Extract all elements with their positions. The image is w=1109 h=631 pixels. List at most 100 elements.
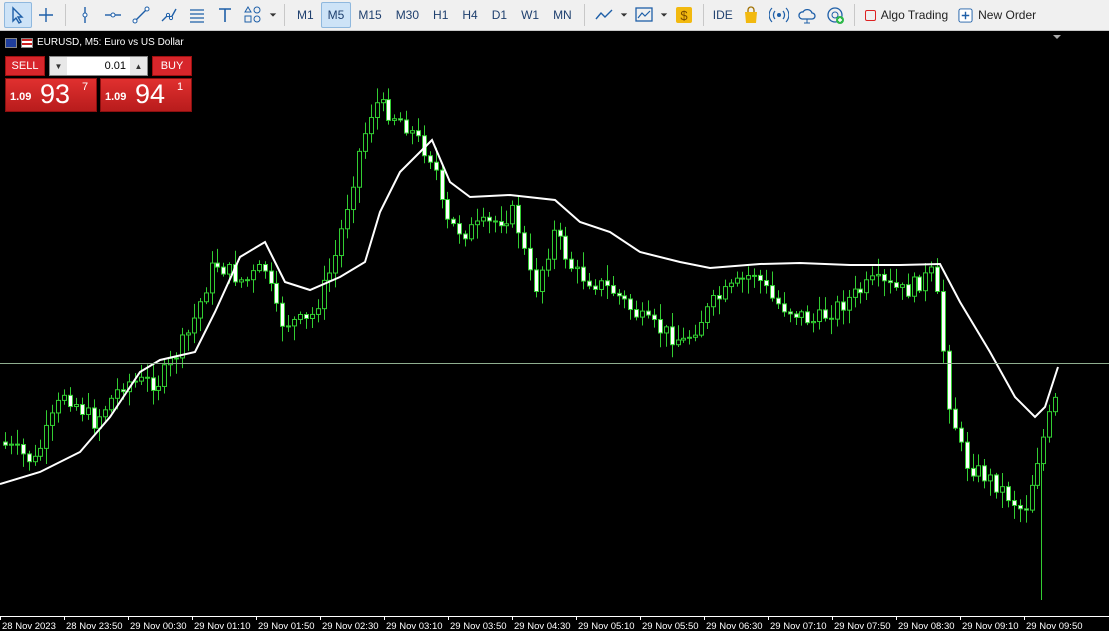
candle-body bbox=[21, 444, 26, 455]
dollar-icon[interactable]: $ bbox=[670, 2, 698, 28]
candle-body bbox=[953, 408, 958, 429]
sell-button[interactable]: SELL bbox=[5, 56, 45, 76]
vertical-line-tool-icon[interactable] bbox=[71, 2, 99, 28]
candle-body bbox=[959, 427, 964, 443]
candle-body bbox=[699, 321, 704, 336]
candle-body bbox=[298, 313, 303, 320]
new-order-button[interactable]: New Order bbox=[953, 2, 1041, 28]
time-axis-label: 29 Nov 01:10 bbox=[194, 621, 251, 631]
dropdown-arrow-icon[interactable] bbox=[658, 2, 670, 28]
sell-price-button[interactable]: 1.09 93 7 bbox=[5, 78, 97, 112]
candle-body bbox=[428, 155, 433, 163]
buy-price-prefix: 1.09 bbox=[105, 91, 127, 103]
candle-body bbox=[286, 325, 291, 328]
timeframe-m5[interactable]: M5 bbox=[320, 2, 352, 28]
timeframe-h4[interactable]: H4 bbox=[455, 2, 484, 28]
text-tool-icon[interactable] bbox=[211, 2, 239, 28]
buy-button[interactable]: BUY bbox=[152, 56, 192, 76]
timeframe-mn[interactable]: MN bbox=[546, 2, 579, 28]
candle-body bbox=[1053, 396, 1058, 413]
candle-body bbox=[327, 272, 332, 281]
candle-body bbox=[1030, 484, 1035, 511]
timeframe-w1[interactable]: W1 bbox=[514, 2, 546, 28]
time-axis-label: 28 Nov 2023 bbox=[2, 621, 56, 631]
timeframe-m30[interactable]: M30 bbox=[389, 2, 426, 28]
candle-body bbox=[310, 313, 315, 319]
candle-body bbox=[740, 277, 745, 280]
lot-size-input[interactable]: ▼ 0.01 ▲ bbox=[49, 56, 148, 76]
timeframe-m1[interactable]: M1 bbox=[290, 2, 321, 28]
candle-body bbox=[729, 282, 734, 288]
candle-body bbox=[44, 424, 49, 449]
channel-tool-icon[interactable] bbox=[155, 2, 183, 28]
candle-body bbox=[853, 288, 858, 298]
signals-icon[interactable] bbox=[765, 2, 793, 28]
candle-body bbox=[770, 285, 775, 299]
sell-price-main: 93 bbox=[40, 79, 71, 109]
candle-body bbox=[664, 326, 669, 334]
market-bag-icon[interactable] bbox=[737, 2, 765, 28]
price-chart[interactable]: 28 Nov 2023 28 Nov 23:50 29 Nov 00:30 29 No… bbox=[0, 32, 1109, 631]
eu-flag-icon bbox=[5, 37, 17, 48]
candle-body bbox=[681, 337, 686, 341]
buy-price-button[interactable]: 1.09 94 1 bbox=[100, 78, 192, 112]
candle-body bbox=[864, 279, 869, 294]
time-axis-label: 29 Nov 09:10 bbox=[962, 621, 1019, 631]
web-trading-icon[interactable] bbox=[821, 2, 849, 28]
candle-body bbox=[280, 302, 285, 327]
candle-body bbox=[900, 284, 905, 288]
chart-templates-icon[interactable] bbox=[630, 2, 658, 28]
timeframe-h1[interactable]: H1 bbox=[426, 2, 455, 28]
cursor-tool-icon[interactable] bbox=[4, 2, 32, 28]
candle-body bbox=[363, 133, 368, 152]
candle-body bbox=[345, 209, 350, 230]
candle-body bbox=[151, 377, 156, 391]
algo-trading-button[interactable]: Algo Trading bbox=[860, 2, 953, 28]
svg-text:$: $ bbox=[680, 8, 688, 23]
chart-canvas[interactable]: 28 Nov 2023 28 Nov 23:50 29 Nov 00:30 29 No… bbox=[0, 32, 1109, 631]
chart-header: EURUSD, M5: Euro vs US Dollar bbox=[5, 37, 184, 48]
lot-decrease-icon[interactable]: ▼ bbox=[50, 57, 67, 75]
candle-body bbox=[841, 301, 846, 311]
candle-body bbox=[723, 286, 728, 300]
candle-body bbox=[333, 255, 338, 274]
candle-body bbox=[788, 311, 793, 315]
crosshair-tool-icon[interactable] bbox=[32, 2, 60, 28]
candle-body bbox=[705, 306, 710, 323]
vps-cloud-icon[interactable] bbox=[793, 2, 821, 28]
fibonacci-tool-icon[interactable] bbox=[183, 2, 211, 28]
timeframe-d1[interactable]: D1 bbox=[485, 2, 514, 28]
shift-marker-icon bbox=[1053, 35, 1061, 39]
lot-increase-icon[interactable]: ▲ bbox=[130, 57, 147, 75]
dropdown-arrow-icon[interactable] bbox=[618, 2, 630, 28]
candle-body bbox=[392, 118, 397, 121]
candle-body bbox=[27, 453, 32, 463]
horizontal-line-tool-icon[interactable] bbox=[99, 2, 127, 28]
candle-body bbox=[162, 364, 167, 387]
candle-body bbox=[988, 474, 993, 482]
candle-body bbox=[109, 397, 114, 411]
timeframe-m15[interactable]: M15 bbox=[351, 2, 388, 28]
time-axis-label: 29 Nov 07:10 bbox=[770, 621, 827, 631]
candle-body bbox=[605, 280, 610, 287]
lot-size-value[interactable]: 0.01 bbox=[67, 60, 130, 72]
candle-body bbox=[257, 264, 262, 272]
candle-body bbox=[563, 235, 568, 260]
candle-body bbox=[587, 280, 592, 287]
shapes-tool-icon[interactable] bbox=[239, 2, 267, 28]
time-axis-label: 29 Nov 08:30 bbox=[898, 621, 955, 631]
candle-body bbox=[1047, 411, 1052, 438]
candle-body bbox=[717, 294, 722, 300]
candle-body bbox=[817, 309, 822, 323]
time-axis-label: 29 Nov 02:30 bbox=[322, 621, 379, 631]
dropdown-arrow-icon[interactable] bbox=[267, 2, 279, 28]
candle-body bbox=[1018, 504, 1023, 510]
indicators-icon[interactable] bbox=[590, 2, 618, 28]
candle-body bbox=[965, 441, 970, 469]
ide-button[interactable]: IDE bbox=[709, 2, 737, 28]
trendline-tool-icon[interactable] bbox=[127, 2, 155, 28]
candle-body bbox=[304, 313, 309, 319]
time-axis-label: 29 Nov 01:50 bbox=[258, 621, 315, 631]
candle-body bbox=[263, 264, 268, 272]
candle-body bbox=[174, 357, 179, 360]
